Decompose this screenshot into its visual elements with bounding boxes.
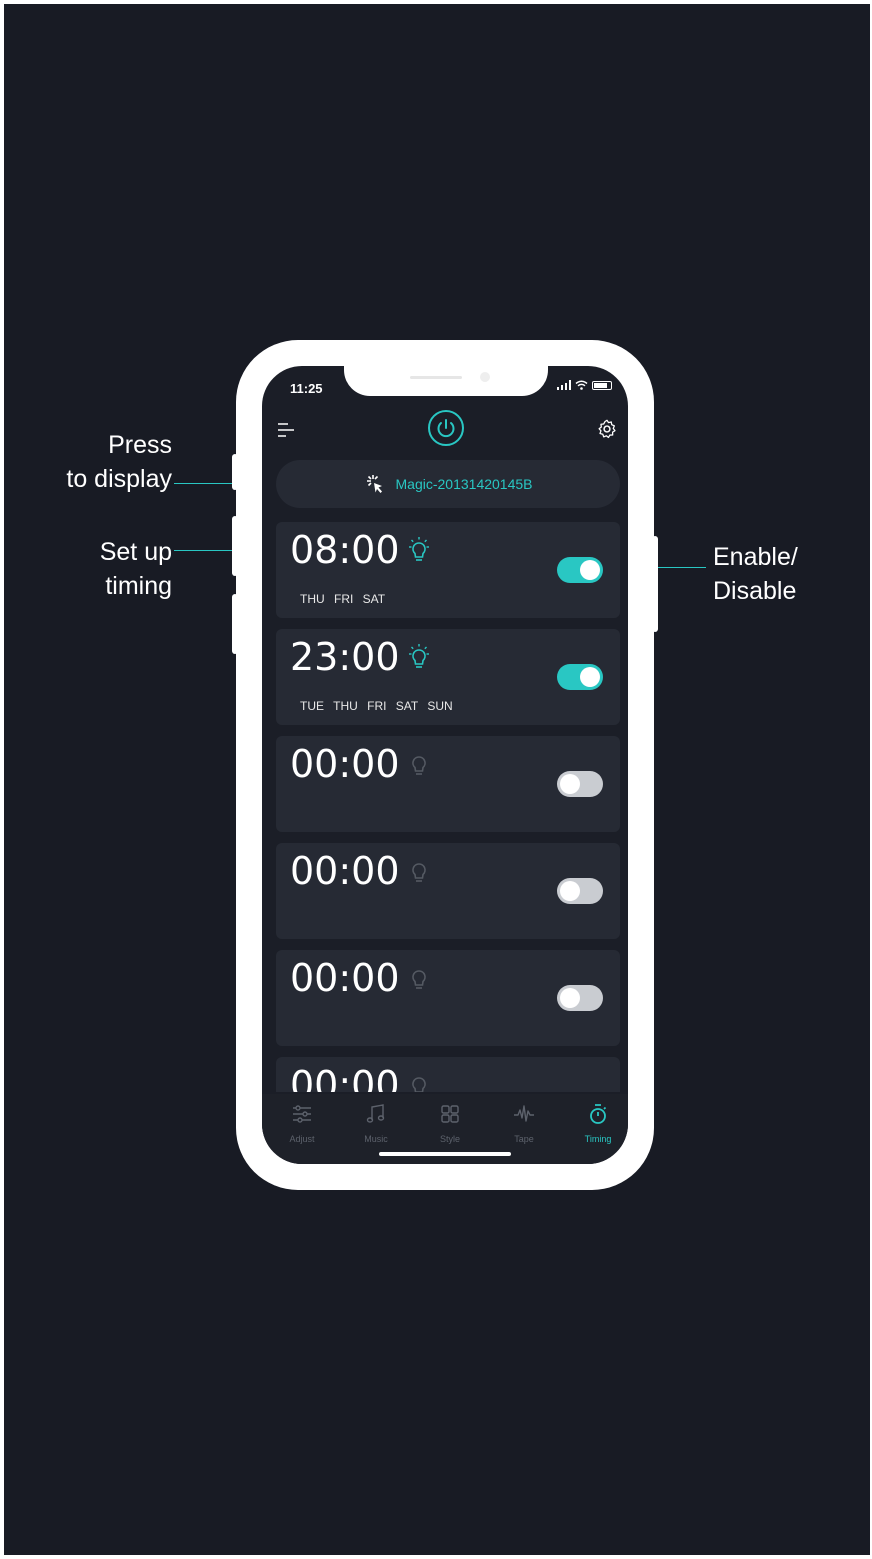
tab-label: Adjust xyxy=(289,1134,315,1144)
timer-list[interactable]: 08:00 THU FRI SAT 23:00 TUE THU FRI SAT SUN… xyxy=(276,522,620,1092)
status-time: 11:25 xyxy=(290,381,323,396)
speaker xyxy=(410,376,462,379)
bulb-icon xyxy=(409,537,429,561)
toggle-knob xyxy=(560,774,580,794)
timer-time[interactable]: 00:00 xyxy=(290,849,400,893)
phone-screen: 11:25 Magic-20131420145B 08:00 THU FRI S… xyxy=(262,366,628,1164)
phone-frame: 11:25 Magic-20131420145B 08:00 THU FRI S… xyxy=(236,340,654,1190)
annotation-press-line1: Press xyxy=(108,431,172,459)
timer-days: TUE THU FRI SAT SUN xyxy=(300,699,453,713)
tab-label: Music xyxy=(364,1134,388,1144)
tab-style[interactable]: Style xyxy=(420,1102,480,1144)
annotation-press: Press to display xyxy=(52,428,172,496)
toggle-knob xyxy=(560,988,580,1008)
annotation-setup-line2: timing xyxy=(105,572,172,600)
tab-label: Timing xyxy=(584,1134,612,1144)
timer-toggle[interactable] xyxy=(557,664,603,690)
annotation-setup: Set up timing xyxy=(52,535,172,603)
timer-toggle[interactable] xyxy=(557,557,603,583)
timer-toggle[interactable] xyxy=(557,771,603,797)
timer-days: THU FRI SAT xyxy=(300,592,386,606)
power-button[interactable] xyxy=(428,410,464,446)
device-selector[interactable]: Magic-20131420145B xyxy=(276,460,620,508)
notch xyxy=(344,366,548,396)
home-indicator[interactable] xyxy=(379,1152,511,1156)
signal-icon xyxy=(557,380,571,390)
canvas: Press to display Set up timing Enable/ D… xyxy=(4,4,870,1555)
timer-time[interactable]: 00:00 xyxy=(290,956,400,1000)
toggle-knob xyxy=(580,667,600,687)
timer-time[interactable]: 23:00 xyxy=(290,635,400,679)
timer-card[interactable]: 00:00 xyxy=(276,1057,620,1092)
timer-time[interactable]: 00:00 xyxy=(290,742,400,786)
tab-tape[interactable]: Tape xyxy=(494,1102,554,1144)
tab-adjust[interactable]: Adjust xyxy=(272,1102,332,1144)
gear-icon[interactable] xyxy=(596,418,618,440)
timer-toggle[interactable] xyxy=(557,878,603,904)
menu-icon[interactable] xyxy=(274,418,298,442)
annotation-setup-line1: Set up xyxy=(99,538,172,566)
timer-card[interactable]: 00:00 xyxy=(276,950,620,1046)
front-camera xyxy=(480,372,490,382)
timer-toggle[interactable] xyxy=(557,985,603,1011)
annotation-press-line2: to display xyxy=(66,465,172,493)
timer-card[interactable]: 00:00 xyxy=(276,736,620,832)
toggle-knob xyxy=(560,881,580,901)
annotation-enable-line1: Enable/ xyxy=(713,543,798,571)
sliders-icon xyxy=(293,1105,311,1123)
timer-card[interactable]: 00:00 xyxy=(276,843,620,939)
bulb-icon xyxy=(412,1077,426,1092)
bulb-icon xyxy=(409,644,429,668)
device-name: Magic-20131420145B xyxy=(395,476,533,492)
status-icons xyxy=(557,380,612,390)
grid-icon xyxy=(441,1105,459,1123)
bulb-icon xyxy=(412,756,426,775)
bulb-icon xyxy=(412,863,426,882)
timer-time[interactable]: 08:00 xyxy=(290,528,400,572)
battery-icon xyxy=(592,380,612,390)
tab-label: Style xyxy=(439,1134,460,1144)
timer-card[interactable]: 08:00 THU FRI SAT xyxy=(276,522,620,618)
tab-timing[interactable]: Timing xyxy=(568,1102,628,1144)
wifi-icon xyxy=(575,380,588,390)
tab-music[interactable]: Music xyxy=(346,1102,406,1144)
annotation-enable-line2: Disable xyxy=(713,577,797,605)
power-icon xyxy=(437,419,455,438)
toggle-knob xyxy=(580,560,600,580)
timer-time[interactable]: 00:00 xyxy=(290,1063,400,1092)
stopwatch-icon xyxy=(590,1104,607,1124)
timer-card[interactable]: 23:00 TUE THU FRI SAT SUN xyxy=(276,629,620,725)
tap-icon xyxy=(366,475,382,493)
annotation-enable: Enable/ Disable xyxy=(713,540,833,608)
bulb-icon xyxy=(412,970,426,989)
tab-label: Tape xyxy=(514,1134,534,1144)
waveform-icon xyxy=(514,1105,534,1122)
music-icon xyxy=(366,1104,385,1123)
